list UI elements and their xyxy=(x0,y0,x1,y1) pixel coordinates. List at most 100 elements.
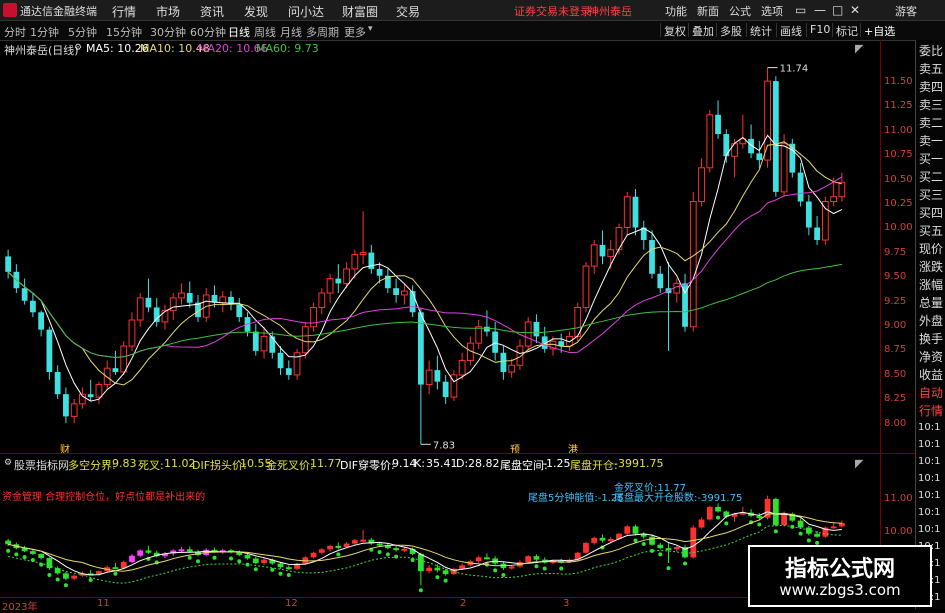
ind-candle-body[interactable] xyxy=(632,526,639,534)
tab-weekly[interactable]: 周线 xyxy=(254,24,276,40)
side-panel-item[interactable]: 买五 xyxy=(919,222,943,239)
candle-body[interactable] xyxy=(756,153,763,161)
candle-body[interactable] xyxy=(533,321,540,337)
tab-fenshi[interactable]: 分时 xyxy=(4,24,26,40)
login-status[interactable]: 证券交易未登录 xyxy=(514,3,591,19)
candle-body[interactable] xyxy=(409,291,416,313)
ind-candle-body[interactable] xyxy=(401,548,408,551)
side-panel-item[interactable]: 卖二 xyxy=(919,114,943,131)
ind-candle-body[interactable] xyxy=(129,555,135,562)
ind-candle-body[interactable] xyxy=(698,519,705,528)
ind-candle-body[interactable] xyxy=(442,570,449,575)
settings-gear-icon[interactable]: ⚙ xyxy=(4,458,12,468)
minimize-icon[interactable]: — xyxy=(814,3,826,17)
menu-item-shichang[interactable]: 市场 xyxy=(156,3,180,20)
side-panel-item[interactable]: 买四 xyxy=(919,204,943,221)
panel-divider[interactable] xyxy=(0,453,915,454)
candlestick-chart[interactable]: 11.74 7.83 xyxy=(0,57,880,452)
overlay-button[interactable]: 叠加 xyxy=(688,23,717,38)
chevron-down-icon[interactable]: ▾ xyxy=(368,24,373,34)
ind-candle-body[interactable] xyxy=(351,540,358,544)
candle-body[interactable] xyxy=(38,312,45,330)
close-icon[interactable]: ✕ xyxy=(850,3,860,17)
ind-candle-body[interactable] xyxy=(591,537,598,543)
ind-candle-body[interactable] xyxy=(797,520,804,528)
candle-body[interactable] xyxy=(351,254,359,270)
menu-item-caifuquan[interactable]: 财富圈 xyxy=(342,3,378,20)
candle-body[interactable] xyxy=(797,172,804,202)
side-panel-item[interactable]: 卖四 xyxy=(919,78,943,95)
candle-body[interactable] xyxy=(103,367,111,386)
ind-candle-body[interactable] xyxy=(475,557,482,562)
candle-body[interactable] xyxy=(178,292,185,299)
candle-body[interactable] xyxy=(706,114,714,169)
menu-item-xinmian[interactable]: 新面 xyxy=(697,3,719,19)
candle-body[interactable] xyxy=(112,368,119,373)
ind-candle-body[interactable] xyxy=(649,536,655,545)
candle-body[interactable] xyxy=(838,181,846,198)
ind-candle-body[interactable] xyxy=(459,565,466,569)
candle-body[interactable] xyxy=(458,359,466,376)
ind-candle-body[interactable] xyxy=(434,567,441,571)
ind-candle-body[interactable] xyxy=(376,543,383,546)
candle-body[interactable] xyxy=(698,167,705,203)
candle-body[interactable] xyxy=(145,297,152,308)
side-panel-item[interactable]: 买一 xyxy=(919,150,943,167)
candle-body[interactable] xyxy=(821,201,829,241)
candle-body[interactable] xyxy=(186,293,193,303)
candle-body[interactable] xyxy=(830,196,838,203)
ind-candle-body[interactable] xyxy=(310,552,317,558)
side-panel-item[interactable]: 涨跌 xyxy=(919,258,943,275)
collapse-panel-icon[interactable]: ◤ xyxy=(855,42,863,55)
candle-body[interactable] xyxy=(326,278,334,294)
ind-candle-body[interactable] xyxy=(772,498,779,526)
minimize-icon[interactable]: ▭ xyxy=(795,3,806,17)
maximize-icon[interactable]: □ xyxy=(832,3,843,17)
side-panel-item[interactable]: 委比 xyxy=(919,42,943,59)
ind-candle-body[interactable] xyxy=(360,539,366,542)
candle-body[interactable] xyxy=(120,345,128,373)
side-panel-item[interactable]: 总量 xyxy=(919,294,943,311)
candle-body[interactable] xyxy=(70,403,78,417)
candle-body[interactable] xyxy=(30,300,36,313)
candle-body[interactable] xyxy=(590,244,598,267)
ind-candle-body[interactable] xyxy=(343,543,350,548)
ind-candle-body[interactable] xyxy=(673,547,680,550)
settings-gear-icon[interactable]: ⚙ xyxy=(74,43,82,53)
side-panel-item[interactable]: 自动 xyxy=(919,384,943,401)
tab-5min[interactable]: 5分钟 xyxy=(68,24,97,40)
candle-body[interactable] xyxy=(492,331,499,353)
tab-daily[interactable]: 日线 xyxy=(228,24,250,40)
candle-body[interactable] xyxy=(500,352,507,373)
candle-body[interactable] xyxy=(425,369,433,386)
candle-body[interactable] xyxy=(689,201,697,328)
ind-candle-body[interactable] xyxy=(327,545,333,550)
candle-body[interactable] xyxy=(376,268,383,276)
candle-body[interactable] xyxy=(814,227,820,241)
ind-candle-body[interactable] xyxy=(781,513,787,526)
mark-button[interactable]: 标记 xyxy=(832,23,861,38)
candle-body[interactable] xyxy=(310,306,317,328)
candle-body[interactable] xyxy=(153,307,160,322)
candle-body[interactable] xyxy=(359,252,367,255)
candle-body[interactable] xyxy=(623,196,631,229)
candle-body[interactable] xyxy=(764,80,771,161)
ind-candle-body[interactable] xyxy=(805,527,812,534)
ind-candle-body[interactable] xyxy=(178,549,185,552)
add-watchlist-button[interactable]: +自选 xyxy=(860,23,898,38)
side-panel-item[interactable]: 买二 xyxy=(919,168,943,185)
candle-body[interactable] xyxy=(805,201,812,228)
ind-candle-body[interactable] xyxy=(63,573,69,579)
ind-candle-body[interactable] xyxy=(624,526,631,534)
ind-candle-body[interactable] xyxy=(706,506,713,520)
ind-candle-body[interactable] xyxy=(665,548,672,551)
candle-body[interactable] xyxy=(87,394,94,398)
ind-candle-body[interactable] xyxy=(583,542,589,553)
ind-candle-body[interactable] xyxy=(417,553,424,572)
candle-body[interactable] xyxy=(649,240,655,274)
candle-body[interactable] xyxy=(508,364,516,373)
ind-candle-body[interactable] xyxy=(814,533,820,537)
ind-candle-body[interactable] xyxy=(607,539,614,541)
ind-candle-body[interactable] xyxy=(252,558,259,564)
candle-body[interactable] xyxy=(335,278,342,284)
